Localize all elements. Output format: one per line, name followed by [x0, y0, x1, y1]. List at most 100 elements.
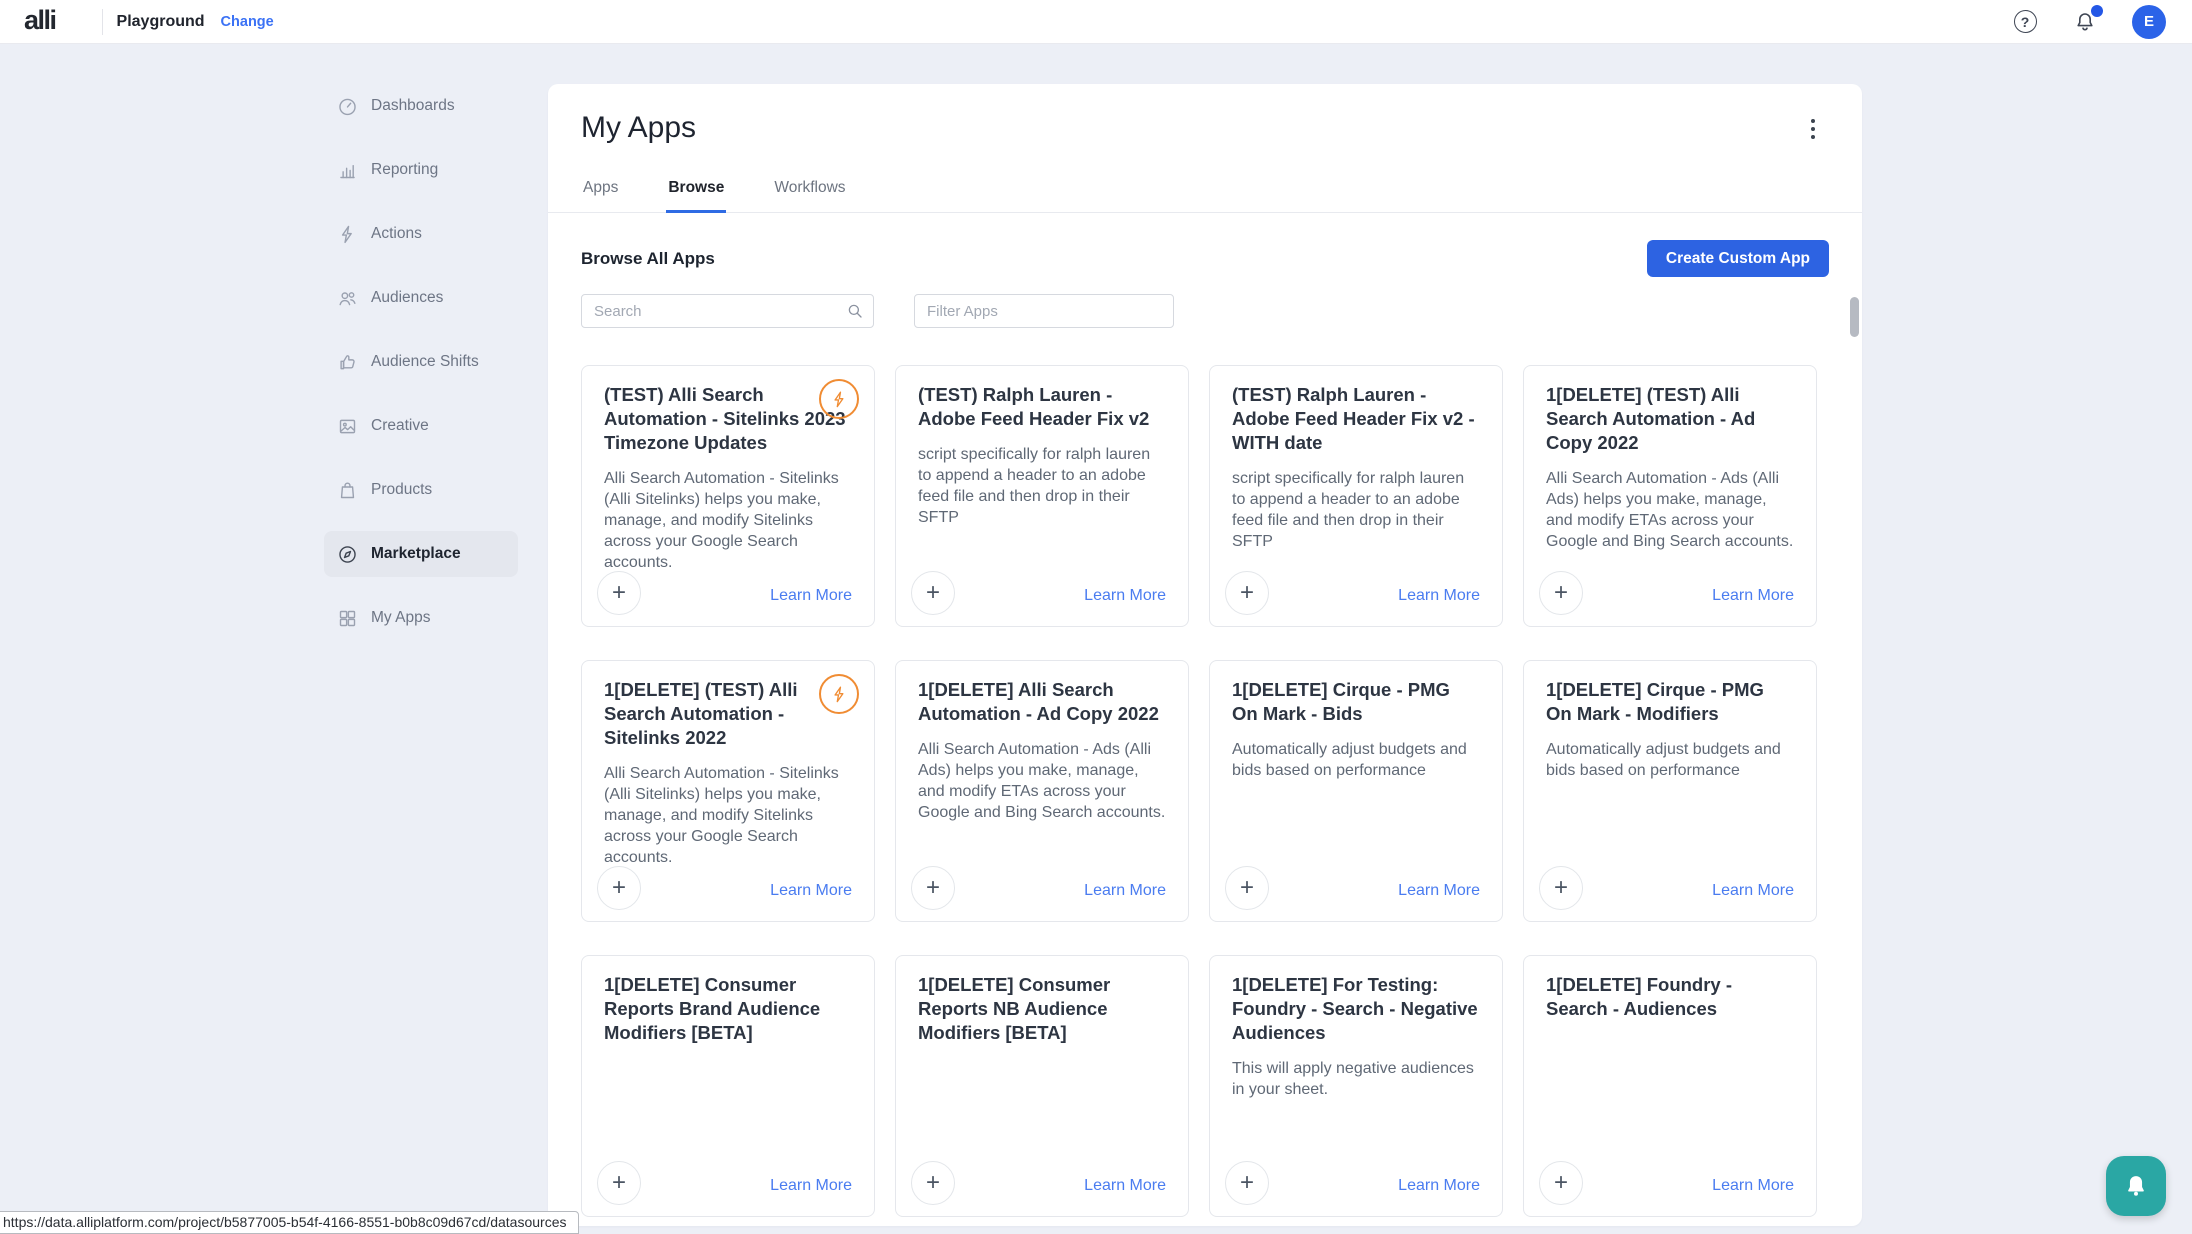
- topbar-divider: [102, 9, 103, 35]
- notifications-widget-button[interactable]: [2106, 1156, 2166, 1216]
- section-title: Browse All Apps: [581, 249, 715, 269]
- more-options-button[interactable]: [1804, 116, 1822, 142]
- app-card-title: 1[DELETE] Foundry - Search - Audiences: [1546, 973, 1794, 1021]
- reporting-icon: [336, 159, 358, 181]
- lightning-badge-icon: [819, 674, 859, 714]
- app-card-title: (TEST) Alli Search Automation - Sitelink…: [604, 383, 852, 455]
- alli-logo: alli: [24, 5, 56, 36]
- add-app-button[interactable]: +: [1539, 1161, 1583, 1205]
- tab-bar: Apps Browse Workflows: [548, 169, 1862, 213]
- app-card-title: 1[DELETE] (TEST) Alli Search Automation …: [604, 678, 852, 750]
- app-card: (TEST) Ralph Lauren - Adobe Feed Header …: [895, 365, 1189, 627]
- app-card-title: 1[DELETE] Consumer Reports Brand Audienc…: [604, 973, 852, 1045]
- create-custom-app-button[interactable]: Create Custom App: [1647, 240, 1829, 277]
- app-card: (TEST) Alli Search Automation - Sitelink…: [581, 365, 875, 627]
- tab-browse[interactable]: Browse: [666, 169, 726, 213]
- learn-more-link[interactable]: Learn More: [770, 882, 852, 900]
- add-app-button[interactable]: +: [597, 1161, 641, 1205]
- app-card-description: Alli Search Automation - Sitelinks (Alli…: [604, 468, 852, 573]
- learn-more-link[interactable]: Learn More: [1712, 882, 1794, 900]
- app-card-description: Alli Search Automation - Sitelinks (Alli…: [604, 763, 852, 868]
- learn-more-link[interactable]: Learn More: [770, 587, 852, 605]
- learn-more-link[interactable]: Learn More: [1712, 587, 1794, 605]
- tab-workflows[interactable]: Workflows: [772, 169, 847, 213]
- learn-more-link[interactable]: Learn More: [1084, 882, 1166, 900]
- app-card: 1[DELETE] For Testing: Foundry - Search …: [1209, 955, 1503, 1217]
- creative-icon: [336, 415, 358, 437]
- topbar: alli Playground Change ? E: [0, 0, 2192, 44]
- learn-more-link[interactable]: Learn More: [1084, 1177, 1166, 1195]
- sidebar-item-dashboards[interactable]: Dashboards: [324, 83, 518, 129]
- add-app-button[interactable]: +: [911, 866, 955, 910]
- app-card: 1[DELETE] Alli Search Automation - Ad Co…: [895, 660, 1189, 922]
- chat-bell-icon: [2122, 1172, 2150, 1200]
- app-card: 1[DELETE] (TEST) Alli Search Automation …: [1523, 365, 1817, 627]
- add-app-button[interactable]: +: [1539, 866, 1583, 910]
- sidebar-item-audiences[interactable]: Audiences: [324, 275, 518, 321]
- add-app-button[interactable]: +: [911, 1161, 955, 1205]
- add-app-button[interactable]: +: [597, 866, 641, 910]
- app-card-title: 1[DELETE] Cirque - PMG On Mark - Bids: [1232, 678, 1480, 726]
- app-card-title: (TEST) Ralph Lauren - Adobe Feed Header …: [918, 383, 1166, 431]
- help-button[interactable]: ?: [2012, 9, 2038, 35]
- app-card-description: Automatically adjust budgets and bids ba…: [1232, 739, 1480, 781]
- status-url-bar: https://data.alliplatform.com/project/b5…: [0, 1211, 579, 1234]
- app-card: 1[DELETE] Consumer Reports NB Audience M…: [895, 955, 1189, 1217]
- learn-more-link[interactable]: Learn More: [1084, 587, 1166, 605]
- dashboards-icon: [336, 95, 358, 117]
- question-mark-icon: ?: [2014, 10, 2037, 33]
- sidebar-item-reporting[interactable]: Reporting: [324, 147, 518, 193]
- sidebar-item-creative[interactable]: Creative: [324, 403, 518, 449]
- app-card-title: 1[DELETE] (TEST) Alli Search Automation …: [1546, 383, 1794, 455]
- app-card: 1[DELETE] (TEST) Alli Search Automation …: [581, 660, 875, 922]
- app-card: (TEST) Ralph Lauren - Adobe Feed Header …: [1209, 365, 1503, 627]
- sidebar-item-my-apps[interactable]: My Apps: [324, 595, 518, 641]
- sidebar-item-marketplace[interactable]: Marketplace: [324, 531, 518, 577]
- avatar[interactable]: E: [2132, 5, 2166, 39]
- app-card: 1[DELETE] Consumer Reports Brand Audienc…: [581, 955, 875, 1217]
- app-card-description: script specifically for ralph lauren to …: [918, 444, 1166, 528]
- app-card-title: (TEST) Ralph Lauren - Adobe Feed Header …: [1232, 383, 1480, 455]
- change-project-link[interactable]: Change: [221, 14, 274, 30]
- add-app-button[interactable]: +: [1539, 571, 1583, 615]
- add-app-button[interactable]: +: [1225, 1161, 1269, 1205]
- sidebar-nav: Dashboards Reporting Actions Audiences A…: [324, 83, 518, 659]
- app-card-description: This will apply negative audiences in yo…: [1232, 1058, 1480, 1100]
- learn-more-link[interactable]: Learn More: [1398, 882, 1480, 900]
- app-card-title: 1[DELETE] Alli Search Automation - Ad Co…: [918, 678, 1166, 726]
- add-app-button[interactable]: +: [911, 571, 955, 615]
- add-app-button[interactable]: +: [597, 571, 641, 615]
- app-card-description: Automatically adjust budgets and bids ba…: [1546, 739, 1794, 781]
- audiences-icon: [336, 287, 358, 309]
- tab-apps[interactable]: Apps: [581, 169, 620, 213]
- app-card-description: script specifically for ralph lauren to …: [1232, 468, 1480, 552]
- actions-icon: [336, 223, 358, 245]
- add-app-button[interactable]: +: [1225, 571, 1269, 615]
- learn-more-link[interactable]: Learn More: [1398, 1177, 1480, 1195]
- app-card-title: 1[DELETE] Cirque - PMG On Mark - Modifie…: [1546, 678, 1794, 726]
- notifications-button[interactable]: [2072, 9, 2098, 35]
- notification-badge: [2091, 5, 2103, 17]
- marketplace-icon: [336, 543, 358, 565]
- app-card-title: 1[DELETE] Consumer Reports NB Audience M…: [918, 973, 1166, 1045]
- scrollbar-thumb[interactable]: [1850, 297, 1859, 337]
- search-icon: [846, 302, 864, 320]
- filter-apps-input[interactable]: [914, 294, 1174, 328]
- learn-more-link[interactable]: Learn More: [770, 1177, 852, 1195]
- learn-more-link[interactable]: Learn More: [1712, 1177, 1794, 1195]
- app-card-description: Alli Search Automation - Ads (Alli Ads) …: [1546, 468, 1794, 552]
- app-card: 1[DELETE] Cirque - PMG On Mark - Modifie…: [1523, 660, 1817, 922]
- apps-grid: (TEST) Alli Search Automation - Sitelink…: [581, 365, 1829, 1217]
- sidebar-item-actions[interactable]: Actions: [324, 211, 518, 257]
- page-title: My Apps: [581, 84, 1829, 145]
- app-card: 1[DELETE] Cirque - PMG On Mark - Bids Au…: [1209, 660, 1503, 922]
- learn-more-link[interactable]: Learn More: [1398, 587, 1480, 605]
- my-apps-icon: [336, 607, 358, 629]
- search-input[interactable]: [581, 294, 874, 328]
- add-app-button[interactable]: +: [1225, 866, 1269, 910]
- products-icon: [336, 479, 358, 501]
- sidebar-item-products[interactable]: Products: [324, 467, 518, 513]
- app-card-description: Alli Search Automation - Ads (Alli Ads) …: [918, 739, 1166, 823]
- main-panel: My Apps Apps Browse Workflows Browse All…: [548, 84, 1862, 1226]
- sidebar-item-audience-shifts[interactable]: Audience Shifts: [324, 339, 518, 385]
